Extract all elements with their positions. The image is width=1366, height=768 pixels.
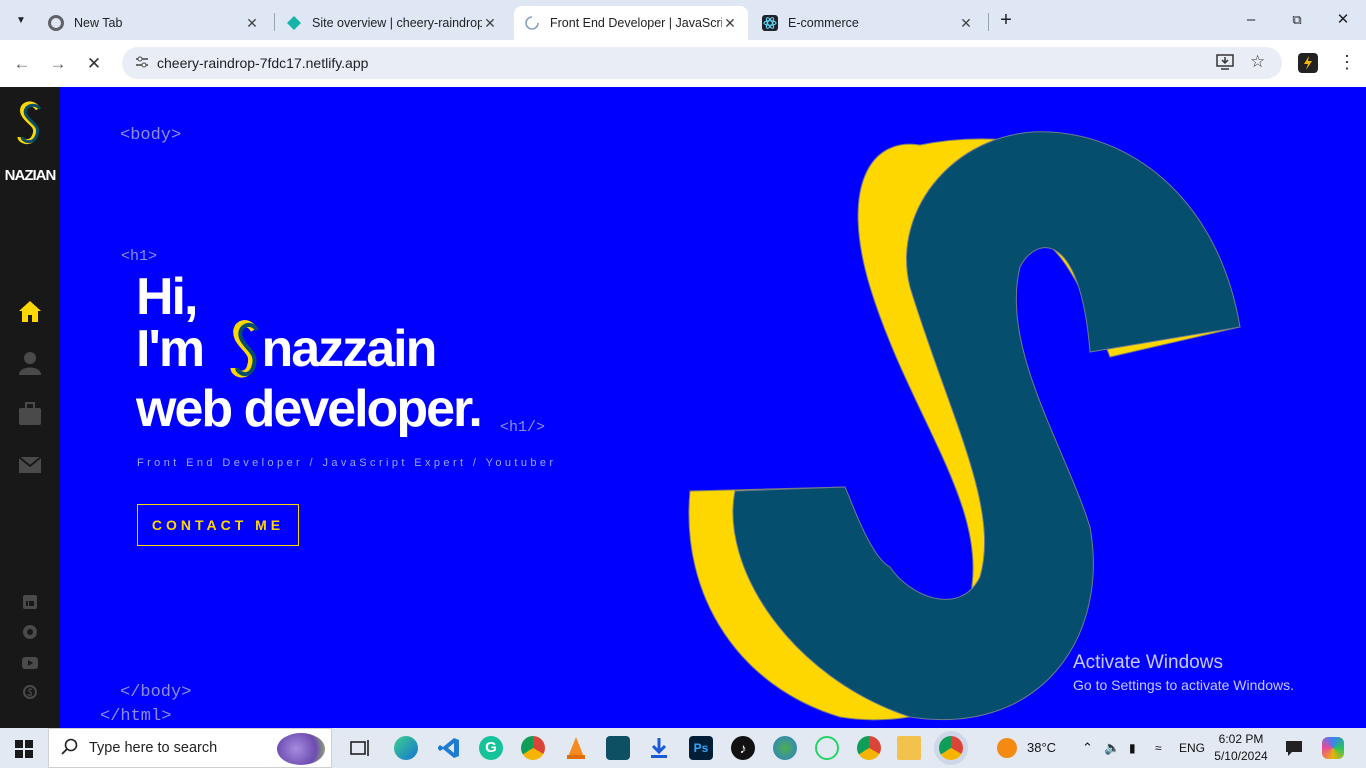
portfolio-page: NAZIAN <body> <h1> Hi, I'm nazzain web d… xyxy=(0,87,1366,728)
hero-subtitle: Front End Developer / JavaScript Expert … xyxy=(137,457,557,469)
hero-line-3: web developer. xyxy=(136,380,483,438)
whatsapp-icon[interactable] xyxy=(815,736,839,760)
task-view-icon[interactable] xyxy=(348,736,372,760)
browser-menu-icon[interactable]: ⋮ xyxy=(1338,52,1356,73)
body-close-tag: </body> xyxy=(120,683,192,702)
download-app-icon[interactable] xyxy=(606,736,630,760)
search-placeholder: Type here to search xyxy=(89,740,218,756)
bookmark-star-icon[interactable]: ☆ xyxy=(1250,52,1265,72)
grammarly-icon[interactable]: G xyxy=(479,736,503,760)
install-app-icon[interactable] xyxy=(1216,54,1234,75)
back-arrow-icon[interactable]: ← xyxy=(8,50,36,78)
activate-windows-watermark: Activate Windows Go to Settings to activ… xyxy=(1073,652,1294,693)
logo-s-icon[interactable] xyxy=(14,101,46,150)
react-icon xyxy=(762,15,778,31)
weather-sun-icon xyxy=(997,738,1017,758)
close-icon[interactable]: ✕ xyxy=(244,15,260,32)
close-icon[interactable]: ✕ xyxy=(722,15,738,32)
tab-search-button[interactable]: ▼ xyxy=(8,8,34,32)
sidebar: NAZIAN xyxy=(0,87,60,728)
downloader-icon[interactable] xyxy=(647,736,671,760)
windows-start-icon[interactable] xyxy=(15,740,33,763)
notification-icon[interactable] xyxy=(1285,739,1303,762)
contact-me-button[interactable]: CONTACT ME xyxy=(137,504,299,546)
user-icon[interactable] xyxy=(17,350,43,376)
forward-arrow-icon[interactable]: → xyxy=(44,50,72,78)
close-icon[interactable]: ✕ xyxy=(958,15,974,32)
site-settings-icon[interactable] xyxy=(134,54,150,75)
briefcase-icon[interactable] xyxy=(17,401,43,427)
tab-site-overview[interactable]: Site overview | cheery-raindrop ✕ xyxy=(276,6,508,40)
extension-icon[interactable] xyxy=(1298,53,1318,73)
chrome-icon xyxy=(48,15,64,31)
tab-label: New Tab xyxy=(74,16,123,30)
wifi-icon[interactable]: ≈ xyxy=(1155,728,1162,768)
search-highlight-icon xyxy=(277,733,325,765)
home-icon[interactable] xyxy=(17,299,43,325)
tab-ecommerce[interactable]: E-commerce ✕ xyxy=(752,6,984,40)
speaker-icon[interactable]: 🔈 xyxy=(1104,728,1120,768)
netlify-icon xyxy=(286,15,302,31)
vscode-icon[interactable] xyxy=(437,736,461,760)
restore-icon[interactable]: ⧉ xyxy=(1282,8,1312,32)
tiktok-icon[interactable]: ♪ xyxy=(731,736,755,760)
loading-spinner-icon xyxy=(524,15,540,31)
h1-open-tag: <h1> xyxy=(121,248,158,265)
stop-loading-icon[interactable]: ✕ xyxy=(80,50,108,78)
body-open-tag: <body> xyxy=(120,126,182,145)
tab-divider xyxy=(274,13,275,31)
hero-line-2: I'm nazzain xyxy=(136,320,438,378)
windows-taskbar: Type here to search G Ps ♪ 38°C ⌃ 🔈 ▮ ≈ … xyxy=(0,728,1366,768)
envelope-icon[interactable] xyxy=(17,452,43,478)
hero-im: I'm xyxy=(136,320,205,378)
vlc-icon[interactable] xyxy=(564,736,588,760)
search-icon xyxy=(61,738,79,761)
taskbar-search-box[interactable]: Type here to search xyxy=(48,728,332,768)
github-icon[interactable] xyxy=(23,625,37,644)
tab-label: Site overview | cheery-raindrop xyxy=(312,16,482,30)
close-icon[interactable]: ✕ xyxy=(482,15,498,32)
edge-icon[interactable] xyxy=(394,736,418,760)
tab-new-tab[interactable]: New Tab ✕ xyxy=(38,6,270,40)
window-close-icon[interactable]: ✕ xyxy=(1328,8,1358,32)
tab-label: E-commerce xyxy=(788,16,859,30)
clock-date: 5/10/2024 xyxy=(1214,749,1268,763)
clock-time: 6:02 PM xyxy=(1218,732,1264,746)
watermark-subtitle: Go to Settings to activate Windows. xyxy=(1073,677,1294,693)
big-s-logo-icon xyxy=(688,131,1241,721)
clock[interactable]: 6:02 PM 5/10/2024 xyxy=(1212,731,1270,765)
browser-chrome: ▼ New Tab ✕ Site overview | cheery-raind… xyxy=(0,0,1366,87)
new-tab-plus-icon[interactable]: + xyxy=(991,8,1021,32)
tab-divider xyxy=(988,13,989,31)
chrome-profile-icon[interactable] xyxy=(521,736,545,760)
linkedin-icon[interactable] xyxy=(23,595,37,614)
brand-name: NAZIAN xyxy=(4,167,57,184)
globe-app-icon[interactable] xyxy=(773,736,797,760)
url-text: cheery-raindrop-7fdc17.netlify.app xyxy=(157,55,369,71)
skype-icon[interactable] xyxy=(23,685,37,704)
html-close-tag: </html> xyxy=(100,707,172,726)
tray-chevron-up-icon[interactable]: ⌃ xyxy=(1082,728,1093,768)
youtube-icon[interactable] xyxy=(22,656,38,674)
hero-line-1: Hi, xyxy=(136,268,198,326)
photoshop-icon[interactable]: Ps xyxy=(689,736,713,760)
tab-label: Front End Developer | JavaScrip xyxy=(550,16,722,30)
tab-front-end-developer[interactable]: Front End Developer | JavaScrip ✕ xyxy=(514,6,748,40)
tab-strip: ▼ New Tab ✕ Site overview | cheery-raind… xyxy=(0,0,1366,40)
language-indicator[interactable]: ENG xyxy=(1179,728,1205,768)
h1-close-tag: <h1/> xyxy=(500,419,546,436)
minimize-icon[interactable]: – xyxy=(1236,8,1266,32)
copilot-icon[interactable] xyxy=(1322,737,1344,759)
hero-name: nazzain xyxy=(261,320,438,378)
file-explorer-icon[interactable] xyxy=(897,736,921,760)
logo-s-letter-icon xyxy=(228,320,262,378)
watermark-title: Activate Windows xyxy=(1073,652,1223,673)
chrome-profile-h-icon[interactable] xyxy=(857,736,881,760)
address-bar[interactable]: cheery-raindrop-7fdc17.netlify.app ☆ xyxy=(122,47,1282,79)
chevron-down-icon: ▼ xyxy=(16,14,26,26)
battery-icon[interactable]: ▮ xyxy=(1129,728,1136,768)
weather-temp[interactable]: 38°C xyxy=(1027,728,1056,768)
chrome-active-icon[interactable] xyxy=(939,736,963,760)
